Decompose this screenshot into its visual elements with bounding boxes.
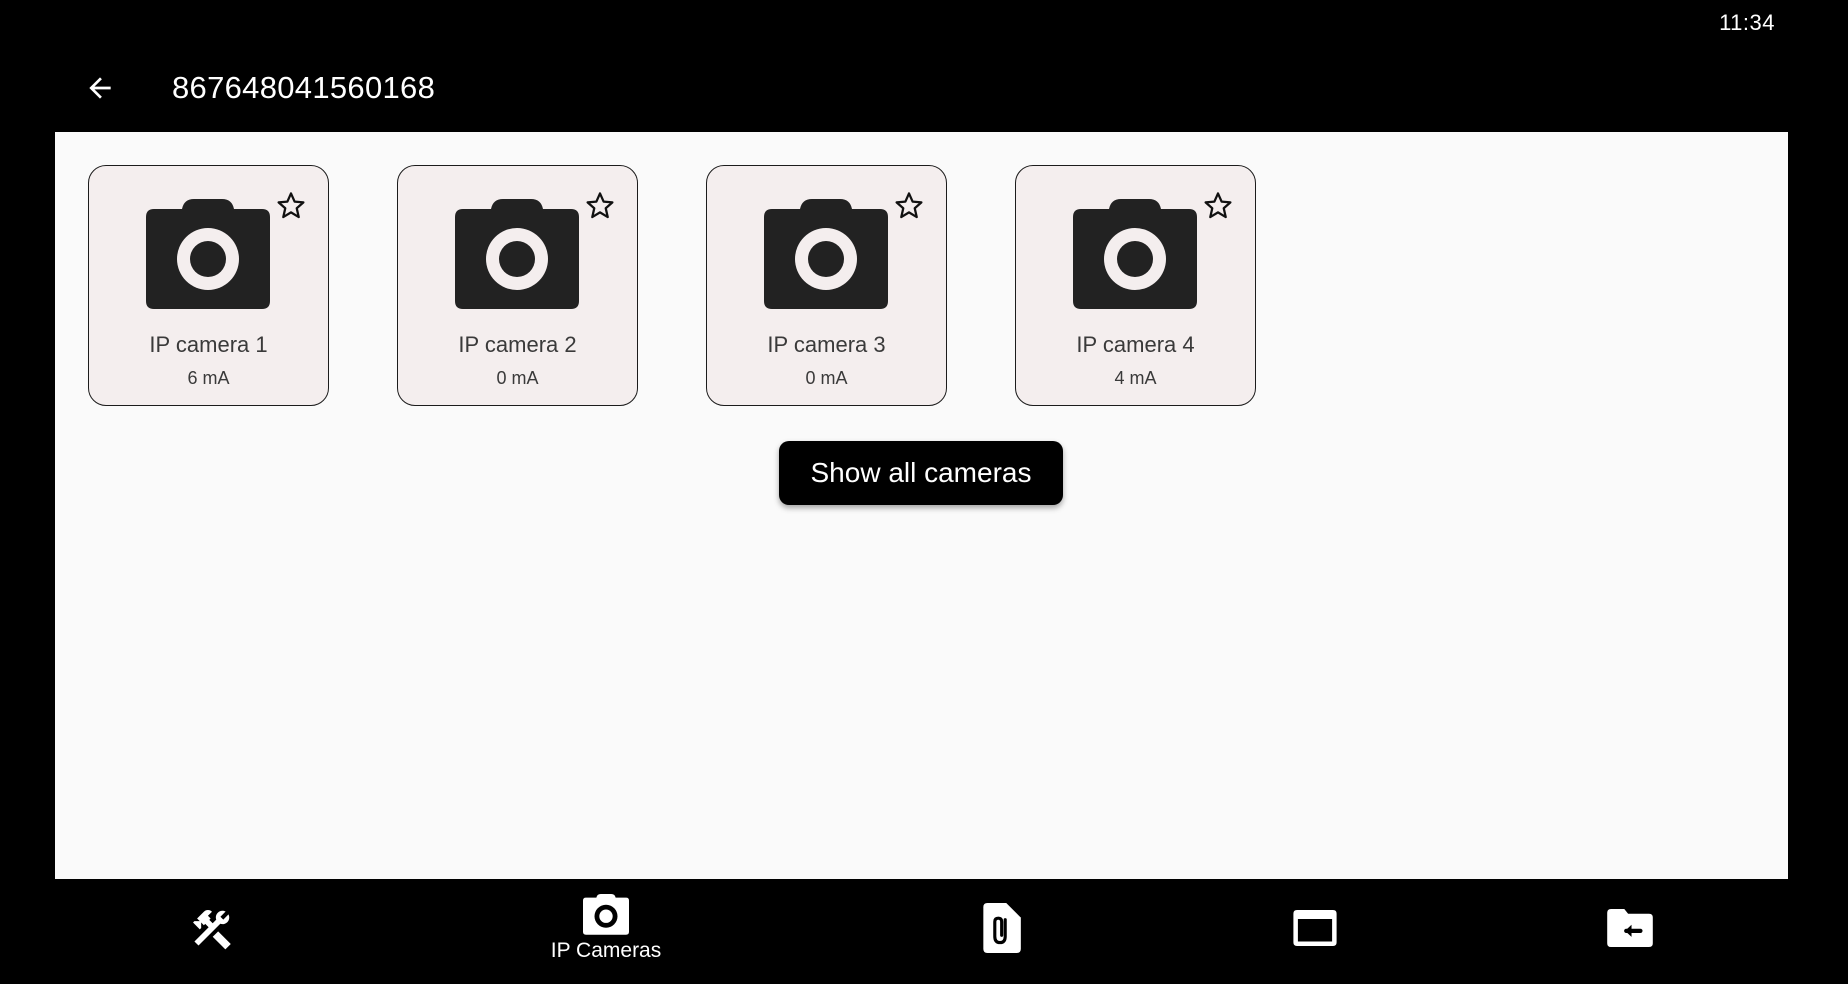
- arrow-back-icon: [89, 77, 111, 99]
- nav-item-label: IP Cameras: [550, 939, 662, 962]
- nav-item-folder-exit[interactable]: [1590, 880, 1670, 976]
- camera-icon: [146, 199, 270, 309]
- camera-card-3[interactable]: IP camera 3 0 mA: [706, 165, 947, 406]
- camera-name: IP camera 1: [149, 332, 268, 357]
- camera-current: 0 mA: [805, 368, 848, 388]
- show-all-cameras-button[interactable]: Show all cameras: [779, 441, 1063, 505]
- camera-icon: [583, 893, 629, 935]
- camera-icon: [1073, 199, 1197, 309]
- camera-card-2[interactable]: IP camera 2 0 mA: [397, 165, 638, 406]
- favorite-star-icon[interactable]: [275, 190, 307, 222]
- camera-current: 6 mA: [187, 368, 230, 388]
- window-icon: [1293, 910, 1337, 946]
- camera-name: IP camera 3: [767, 332, 886, 357]
- camera-current: 0 mA: [496, 368, 539, 388]
- camera-card-1[interactable]: IP camera 1 6 mA: [88, 165, 329, 406]
- favorite-star-icon[interactable]: [1202, 190, 1234, 222]
- status-time: 11:34: [1719, 10, 1775, 35]
- camera-name: IP camera 4: [1076, 332, 1195, 357]
- camera-icon: [455, 199, 579, 309]
- bottom-navigation: IP Cameras: [0, 880, 1848, 984]
- attachment-file-icon: [983, 903, 1021, 953]
- camera-card-4[interactable]: IP camera 4 4 mA: [1015, 165, 1256, 406]
- nav-item-window[interactable]: [1275, 880, 1355, 976]
- page-title: 867648041560168: [172, 70, 436, 105]
- folder-exit-icon: [1607, 909, 1653, 947]
- nav-item-ip-cameras[interactable]: IP Cameras: [540, 880, 672, 976]
- camera-icon: [764, 199, 888, 309]
- app-window: 11:34 867648041560168 IP camera 1 6 mA I…: [0, 0, 1848, 984]
- nav-item-attachments[interactable]: [960, 880, 1040, 976]
- nav-item-tools[interactable]: [172, 880, 252, 976]
- camera-grid-panel: IP camera 1 6 mA IP camera 2 0 mA IP cam…: [55, 132, 1788, 879]
- app-bar: 867648041560168: [0, 56, 1848, 118]
- camera-name: IP camera 2: [458, 332, 577, 357]
- tools-icon: [193, 910, 231, 950]
- camera-current: 4 mA: [1114, 368, 1157, 388]
- favorite-star-icon[interactable]: [893, 190, 925, 222]
- favorite-star-icon[interactable]: [584, 190, 616, 222]
- back-button[interactable]: [78, 68, 122, 108]
